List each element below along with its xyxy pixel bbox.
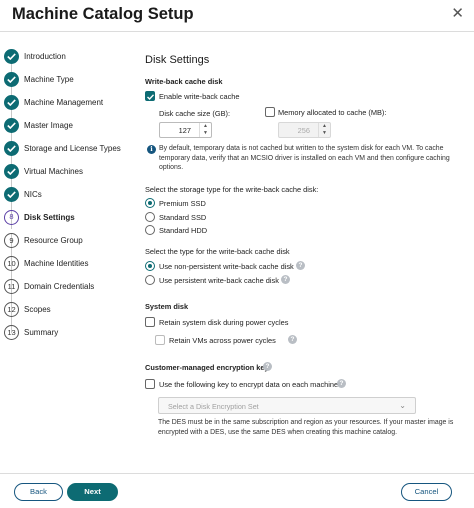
step-item[interactable]: 8 Disk Settings [4, 210, 136, 228]
checkmark-icon [4, 118, 19, 133]
chevron-down-icon: ⌄ [399, 401, 406, 410]
retain-system-disk-label[interactable]: Retain system disk during power cycles [159, 318, 288, 327]
step-label: Storage and License Types [24, 144, 121, 153]
system-disk-section-label: System disk [145, 302, 189, 311]
step-label: Machine Identities [24, 259, 89, 268]
step-label: NICs [24, 190, 42, 199]
step-item: 9 Resource Group [4, 233, 136, 251]
step-label: Resource Group [24, 236, 83, 245]
memory-cache-input[interactable]: 256 ▲ ▼ [278, 122, 331, 138]
disk-encryption-set-select[interactable]: Select a Disk Encryption Set ⌄ [158, 397, 416, 414]
step-label: Machine Type [24, 75, 74, 84]
step-number: 13 [4, 325, 19, 340]
cancel-button[interactable]: Cancel [401, 483, 452, 501]
encryption-note-text: The DES must be in the same subscription… [158, 419, 454, 436]
checkmark-icon [4, 141, 19, 156]
write-back-section-label: Write-back cache disk [145, 77, 223, 86]
storage-type-option-label[interactable]: Standard HDD [159, 226, 207, 235]
retain-system-disk-checkbox[interactable] [145, 317, 155, 327]
help-icon[interactable]: ? [288, 335, 297, 344]
checkmark-icon [4, 49, 19, 64]
write-back-info-text: By default, temporary data is not cached… [159, 145, 450, 172]
step-label: Summary [24, 328, 59, 337]
checkmark-icon [4, 164, 19, 179]
storage-type-option-label[interactable]: Premium SSD [159, 199, 206, 208]
use-key-label[interactable]: Use the following key to encrypt data on… [159, 380, 338, 389]
step-label: Introduction [24, 52, 66, 61]
step-label: Master Image [24, 121, 73, 130]
step-item: 11 Domain Credentials [4, 279, 136, 297]
enable-write-back-label[interactable]: Enable write-back cache [159, 92, 240, 101]
enable-write-back-checkbox[interactable] [145, 91, 155, 101]
checkmark-icon [4, 187, 19, 202]
info-icon: i [147, 145, 156, 154]
step-label: Scopes [24, 305, 51, 314]
use-key-checkbox[interactable] [145, 379, 155, 389]
chevron-up-icon[interactable]: ▲ [319, 123, 330, 130]
step-item[interactable]: Master Image [4, 118, 136, 136]
memory-cache-value: 256 [297, 126, 310, 135]
page-heading: Disk Settings [145, 54, 210, 66]
disk-cache-size-input[interactable]: 127 ▲ ▼ [159, 122, 212, 138]
step-number: 8 [4, 210, 19, 225]
step-label: Machine Management [24, 98, 104, 107]
step-item[interactable]: Introduction [4, 49, 136, 67]
step-number: 10 [4, 256, 19, 271]
storage-type-radio[interactable] [145, 211, 155, 222]
retain-vms-label: Retain VMs across power cycles [169, 336, 276, 345]
disk-cache-size-stepper[interactable]: ▲ ▼ [199, 123, 211, 137]
disk-type-option-label[interactable]: Use non-persistent write-back cache disk [159, 262, 294, 271]
step-number: 12 [4, 302, 19, 317]
next-button[interactable]: Next [67, 483, 118, 501]
step-item[interactable]: NICs [4, 187, 136, 205]
step-item[interactable]: Storage and License Types [4, 141, 136, 159]
checkmark-icon [4, 95, 19, 110]
help-icon[interactable]: ? [296, 261, 305, 270]
back-button[interactable]: Back [14, 483, 63, 501]
chevron-down-icon[interactable]: ▼ [319, 130, 330, 137]
storage-type-label: Select the storage type for the write-ba… [145, 185, 319, 194]
disk-type-option-label[interactable]: Use persistent write-back cache disk [159, 276, 279, 285]
step-item[interactable]: Machine Management [4, 95, 136, 113]
retain-vms-checkbox[interactable] [155, 335, 165, 345]
step-label: Virtual Machines [24, 167, 83, 176]
memory-cache-checkbox[interactable] [265, 107, 275, 117]
step-number: 11 [4, 279, 19, 294]
help-icon[interactable]: ? [337, 379, 346, 388]
header-divider [0, 31, 474, 32]
step-number: 9 [4, 233, 19, 248]
encryption-section-label: Customer-managed encryption key [145, 363, 269, 372]
footer-divider [0, 473, 474, 474]
checkmark-icon [4, 72, 19, 87]
chevron-up-icon[interactable]: ▲ [200, 123, 211, 130]
help-icon[interactable]: ? [263, 362, 272, 371]
disk-type-radio[interactable] [145, 261, 155, 271]
storage-type-radio[interactable] [145, 225, 155, 235]
step-item[interactable]: Machine Type [4, 72, 136, 90]
memory-cache-stepper[interactable]: ▲ ▼ [318, 123, 330, 137]
memory-cache-label[interactable]: Memory allocated to cache (MB): [278, 108, 386, 117]
step-item: 12 Scopes [4, 302, 136, 320]
chevron-down-icon[interactable]: ▼ [200, 130, 211, 137]
storage-type-option-label[interactable]: Standard SSD [159, 213, 206, 222]
step-item[interactable]: Virtual Machines [4, 164, 136, 182]
close-icon[interactable]: ✕ [451, 4, 464, 22]
step-label: Disk Settings [24, 213, 75, 222]
storage-type-radio[interactable] [145, 198, 155, 208]
disk-encryption-set-placeholder: Select a Disk Encryption Set [168, 402, 259, 411]
step-label: Domain Credentials [24, 282, 95, 291]
window-title: Machine Catalog Setup [12, 5, 194, 23]
disk-type-radio[interactable] [145, 275, 155, 285]
disk-type-label: Select the type for the write-back cache… [145, 247, 290, 256]
step-item: 13 Summary [4, 325, 136, 343]
help-icon[interactable]: ? [281, 275, 290, 284]
disk-cache-size-label: Disk cache size (GB): [159, 109, 231, 118]
step-item: 10 Machine Identities [4, 256, 136, 274]
disk-cache-size-value: 127 [178, 126, 191, 135]
